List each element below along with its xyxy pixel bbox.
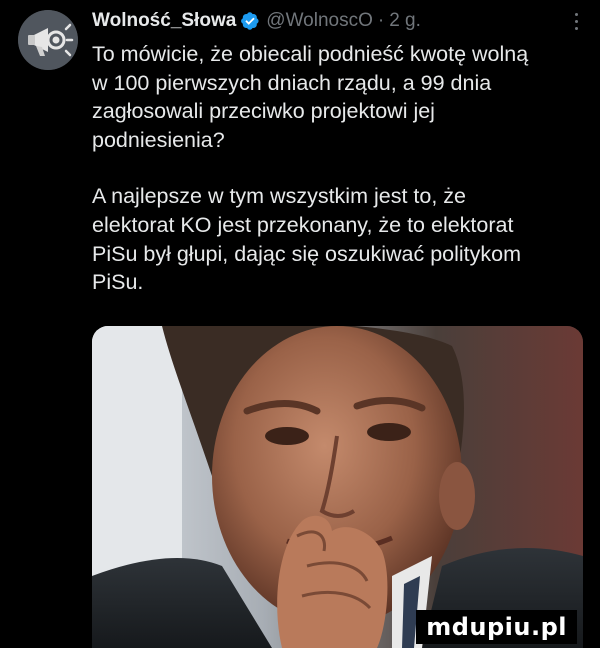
- tweet[interactable]: Wolność_Słowa @WolnoscO · 2 g. To mówici…: [0, 0, 600, 648]
- verified-badge-icon: [241, 12, 259, 30]
- tweet-paragraph: A najlepsze w tym wszystkim jest to, że …: [92, 184, 522, 295]
- tweet-timestamp[interactable]: 2 g.: [389, 10, 421, 32]
- avatar[interactable]: [18, 10, 78, 70]
- author-handle[interactable]: @WolnoscO: [266, 10, 373, 32]
- megaphone-icon: [18, 10, 78, 70]
- watermark-logo: mdupiu.pl: [416, 610, 577, 644]
- author-display-name[interactable]: Wolność_Słowa: [92, 10, 236, 32]
- portrait-photo: [92, 326, 583, 648]
- tweet-text: To mówicie, że obiecali podnieść kwotę w…: [92, 40, 580, 297]
- more-options-icon[interactable]: [566, 10, 586, 32]
- tweet-header: Wolność_Słowa @WolnoscO · 2 g.: [92, 8, 572, 34]
- header-separator: ·: [377, 10, 385, 31]
- tweet-paragraph: To mówicie, że obiecali podnieść kwotę w…: [92, 42, 529, 152]
- tweet-photo[interactable]: mdupiu.pl: [92, 326, 583, 648]
